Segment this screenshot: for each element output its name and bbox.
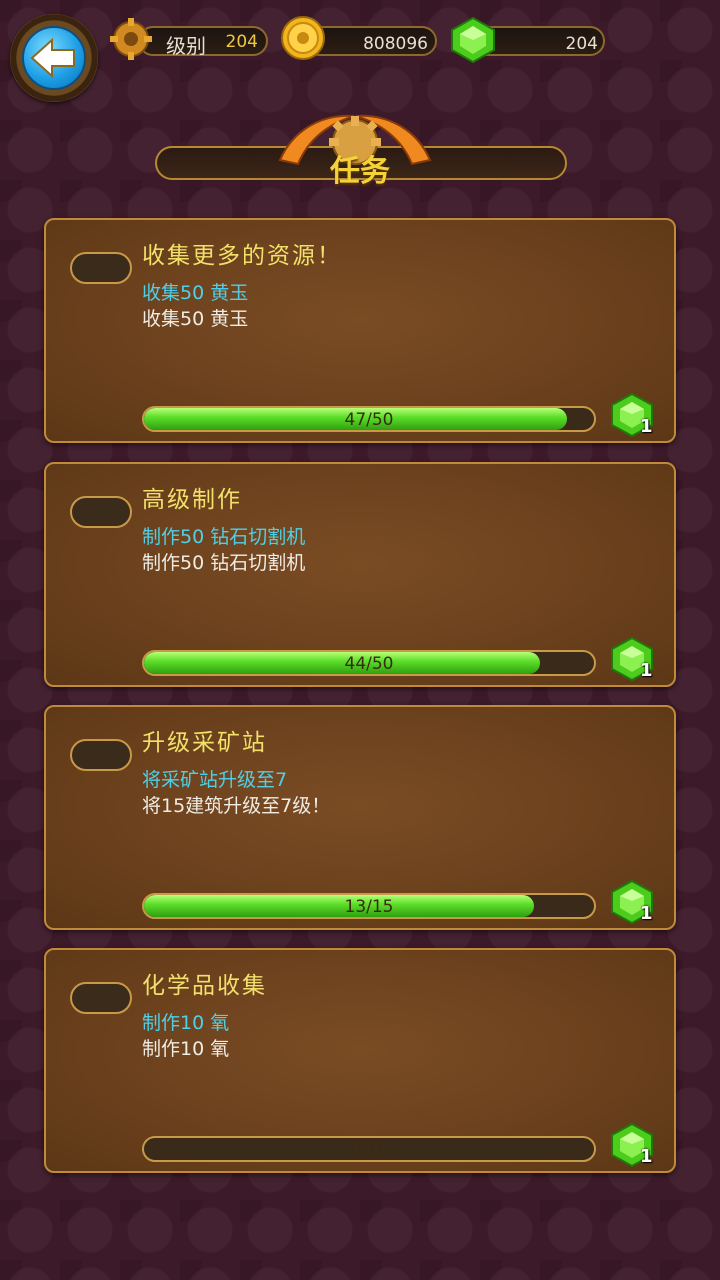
quest-progress-bar: 47/50 (142, 406, 596, 432)
quest-description: 将15建筑升级至7级！ (142, 795, 331, 817)
quest-card: 升级采矿站 将采矿站升级至7 将15建筑升级至7级！ 13/15 1 (44, 705, 676, 930)
quest-objective: 将采矿站升级至7 (142, 769, 288, 791)
quest-status-pill (70, 739, 132, 771)
quest-status-pill (70, 252, 132, 284)
quest-description: 制作10 氧 (142, 1038, 230, 1060)
quest-status-pill (70, 496, 132, 528)
arrow-left-icon (30, 37, 75, 79)
quest-progress-bar: 44/50 (142, 650, 596, 676)
gems-value: 204 (565, 34, 598, 54)
page-title: 任务 (330, 154, 390, 189)
level-label: 级别 (166, 34, 206, 58)
reward-amount: 1 (640, 416, 653, 437)
quest-title: 高级制作 (142, 487, 242, 513)
quest-progress-text: 13/15 (344, 897, 394, 917)
quest-description: 收集50 黄玉 (142, 308, 249, 330)
quest-card: 收集更多的资源！ 收集50 黄玉 收集50 黄玉 47/50 1 (44, 218, 676, 443)
reward-amount: 1 (640, 660, 653, 681)
quest-card: 高级制作 制作50 钻石切割机 制作50 钻石切割机 44/50 1 (44, 462, 676, 687)
quest-title: 升级采矿站 (142, 730, 267, 756)
quest-objective: 制作50 钻石切割机 (142, 526, 306, 548)
coins-value: 808096 (363, 34, 428, 54)
quest-description: 制作50 钻石切割机 (142, 552, 306, 574)
quest-progress-text: 47/50 (344, 410, 394, 430)
quest-progress-text: 0/10 (349, 1140, 389, 1160)
quest-progress-text: 44/50 (344, 654, 394, 674)
quest-progress-bar: 0/10 (142, 1136, 596, 1162)
gem-icon (451, 16, 495, 64)
level-value: 204 (225, 32, 258, 52)
quest-title: 化学品收集 (142, 973, 267, 999)
reward-amount: 1 (640, 1146, 653, 1167)
quest-card: 化学品收集 制作10 氧 制作10 氧 0/10 1 (44, 948, 676, 1173)
quest-progress-bar: 13/15 (142, 893, 596, 919)
back-button[interactable] (10, 14, 98, 102)
reward-amount: 1 (640, 903, 653, 924)
quest-title: 收集更多的资源！ (142, 243, 342, 269)
quest-objective: 制作10 氧 (142, 1012, 230, 1034)
quest-status-pill (70, 982, 132, 1014)
coin-icon (281, 16, 325, 60)
gear-icon (110, 18, 152, 60)
quest-objective: 收集50 黄玉 (142, 282, 249, 304)
